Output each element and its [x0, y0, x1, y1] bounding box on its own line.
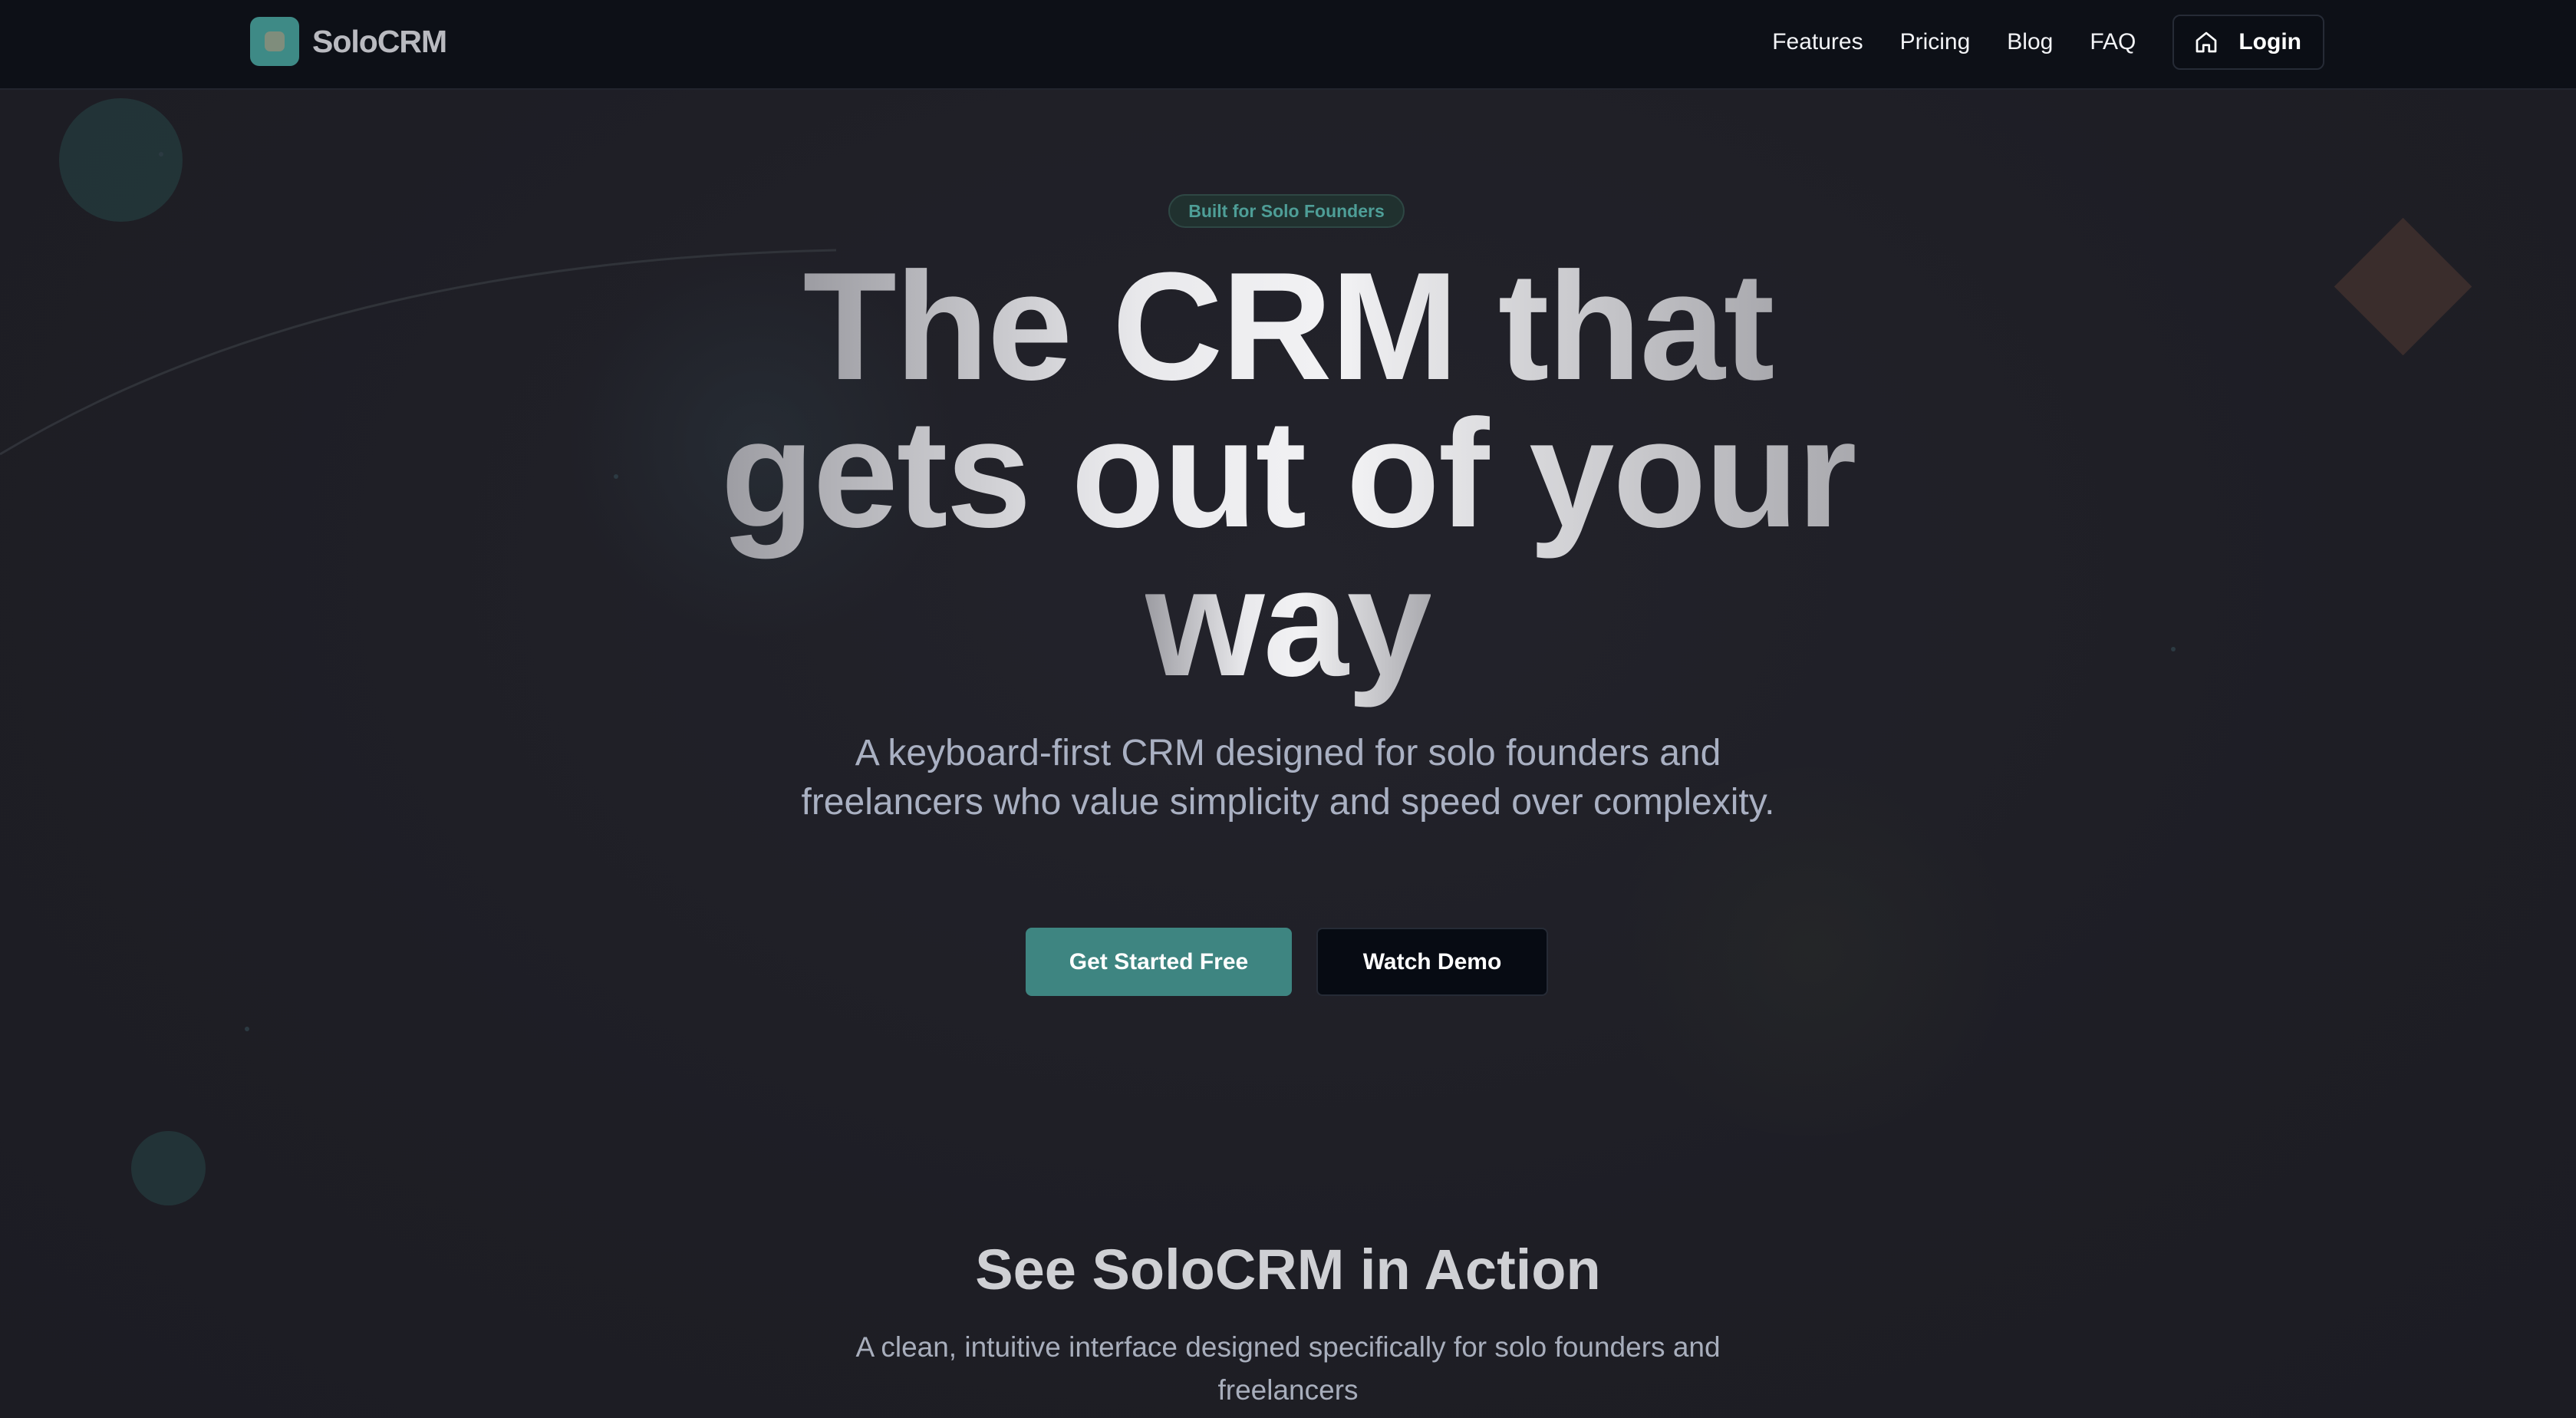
- home-icon: [2196, 31, 2217, 53]
- get-started-button[interactable]: Get Started Free: [1026, 928, 1292, 996]
- watch-demo-button[interactable]: Watch Demo: [1316, 928, 1548, 996]
- hero-headline-line-2: gets out of your: [720, 388, 1856, 559]
- decorative-circle: [59, 98, 183, 222]
- nav-features-link[interactable]: Features: [1772, 15, 1863, 69]
- section-subtitle: A clean, intuitive interface designed sp…: [855, 1331, 1721, 1406]
- hero-headline-line-3: way: [1145, 537, 1432, 708]
- nav-blog-link[interactable]: Blog: [2007, 15, 2053, 69]
- nav-pricing-link[interactable]: Pricing: [1900, 15, 1971, 69]
- decorative-dot: [245, 1027, 249, 1031]
- decorative-circle: [131, 1131, 206, 1205]
- hero-badge: Built for Solo Founders: [1168, 194, 1405, 228]
- hero-headline-line-1: The CRM that: [802, 241, 1775, 412]
- top-navbar: SoloCRM Features Pricing Blog FAQ Login: [0, 0, 2576, 90]
- decorative-dot: [159, 152, 163, 157]
- landing-page: SoloCRM Features Pricing Blog FAQ Login …: [0, 0, 2576, 1418]
- brand-name: SoloCRM: [312, 23, 447, 59]
- login-label: Login: [2238, 29, 2301, 54]
- login-button[interactable]: Login: [2172, 15, 2324, 70]
- hero-subtitle: A keyboard-first CRM designed for solo f…: [801, 733, 1775, 823]
- nav-faq-link[interactable]: FAQ: [2090, 15, 2136, 69]
- main-nav: Features Pricing Blog FAQ Login: [1772, 15, 2324, 70]
- brand-logo[interactable]: SoloCRM: [250, 17, 447, 66]
- app-logo-icon: [250, 17, 299, 66]
- section-title: See SoloCRM in Action: [975, 1238, 1601, 1301]
